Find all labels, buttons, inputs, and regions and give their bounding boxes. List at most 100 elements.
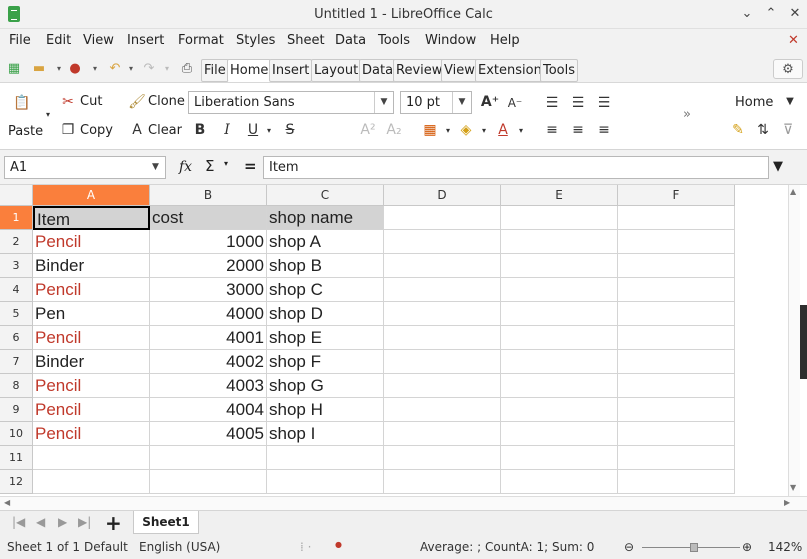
- add-sheet-button[interactable]: +: [105, 511, 122, 535]
- align-right-icon[interactable]: ≡: [594, 120, 614, 140]
- last-sheet-icon[interactable]: ▶|: [78, 515, 91, 529]
- zoom-in-icon[interactable]: ⊕: [742, 540, 752, 554]
- cell-a6[interactable]: Pencil: [33, 326, 150, 350]
- cell-f8[interactable]: [618, 374, 735, 398]
- cell-d3[interactable]: [384, 254, 501, 278]
- name-box[interactable]: A1 ▼: [4, 156, 166, 179]
- cell-f2[interactable]: [618, 230, 735, 254]
- strikethrough-icon[interactable]: S: [280, 120, 300, 140]
- close-window-button[interactable]: ✕: [786, 5, 804, 23]
- cell-d5[interactable]: [384, 302, 501, 326]
- italic-icon[interactable]: I: [217, 120, 237, 140]
- maximize-button[interactable]: ⌃: [762, 5, 780, 23]
- cell-d1[interactable]: [384, 206, 501, 230]
- cell-b2[interactable]: 1000: [150, 230, 267, 254]
- cell-b1[interactable]: cost: [150, 206, 267, 230]
- menu-view[interactable]: View: [83, 33, 114, 48]
- cell-f3[interactable]: [618, 254, 735, 278]
- cell-b8[interactable]: 4003: [150, 374, 267, 398]
- column-header-a[interactable]: A: [33, 185, 150, 206]
- cell-e9[interactable]: [501, 398, 618, 422]
- cell-f7[interactable]: [618, 350, 735, 374]
- clone-formatting-button[interactable]: Clone: [148, 94, 185, 109]
- cell-e2[interactable]: [501, 230, 618, 254]
- fill-dropdown-icon[interactable]: ▾: [474, 121, 494, 141]
- language[interactable]: English (USA): [139, 540, 220, 554]
- bold-icon[interactable]: B: [190, 120, 210, 140]
- cell-a3[interactable]: Binder: [33, 254, 150, 278]
- cell-e1[interactable]: [501, 206, 618, 230]
- cell-d8[interactable]: [384, 374, 501, 398]
- cell-e6[interactable]: [501, 326, 618, 350]
- tab-file[interactable]: File: [201, 59, 229, 82]
- formula-equals-icon[interactable]: =: [244, 157, 257, 175]
- cell-c9[interactable]: shop H: [267, 398, 384, 422]
- row-header-4[interactable]: 4: [0, 278, 33, 302]
- column-header-c[interactable]: C: [267, 185, 384, 206]
- cell-f1[interactable]: [618, 206, 735, 230]
- horizontal-scrollbar[interactable]: ◀ ▶: [0, 496, 807, 510]
- cell-d10[interactable]: [384, 422, 501, 446]
- sheet-tab-sheet1[interactable]: Sheet1: [133, 511, 199, 534]
- page-style[interactable]: Default: [84, 540, 128, 554]
- cell-b4[interactable]: 3000: [150, 278, 267, 302]
- cell-a9[interactable]: Pencil: [33, 398, 150, 422]
- print-icon[interactable]: ⎙: [176, 59, 198, 79]
- sum-sigma-icon[interactable]: Σ: [205, 157, 214, 175]
- cell-a10[interactable]: Pencil: [33, 422, 150, 446]
- cell-a7[interactable]: Binder: [33, 350, 150, 374]
- context-dropdown-icon[interactable]: ▼: [780, 92, 800, 112]
- cell-d9[interactable]: [384, 398, 501, 422]
- tab-extension[interactable]: Extension: [475, 59, 545, 82]
- row-header-9[interactable]: 9: [0, 398, 33, 422]
- menu-tools[interactable]: Tools: [378, 33, 410, 48]
- cell-e4[interactable]: [501, 278, 618, 302]
- align-center-icon[interactable]: ≡: [568, 120, 588, 140]
- cell-b5[interactable]: 4000: [150, 302, 267, 326]
- row-header-3[interactable]: 3: [0, 254, 33, 278]
- tab-data[interactable]: Data: [359, 59, 397, 82]
- column-header-b[interactable]: B: [150, 185, 267, 206]
- menu-format[interactable]: Format: [178, 33, 224, 48]
- format-cells-icon[interactable]: ✎: [728, 120, 748, 140]
- menu-help[interactable]: Help: [490, 33, 520, 48]
- cell-d12[interactable]: [384, 470, 501, 494]
- zoom-slider-thumb[interactable]: [690, 543, 698, 552]
- align-bottom-icon[interactable]: ☰: [594, 93, 614, 113]
- cell-e10[interactable]: [501, 422, 618, 446]
- align-top-icon[interactable]: ☰: [542, 93, 562, 113]
- column-header-d[interactable]: D: [384, 185, 501, 206]
- row-header-7[interactable]: 7: [0, 350, 33, 374]
- font-name-field[interactable]: Liberation Sans ▼: [188, 91, 394, 114]
- cut-scissors-icon[interactable]: ✂: [58, 92, 78, 112]
- cell-b12[interactable]: [150, 470, 267, 494]
- cut-button[interactable]: Cut: [80, 94, 102, 109]
- font-color-dropdown-icon[interactable]: ▾: [511, 121, 531, 141]
- tab-insert[interactable]: Insert: [269, 59, 313, 82]
- font-size-field[interactable]: 10 pt ▼: [400, 91, 472, 114]
- cell-f4[interactable]: [618, 278, 735, 302]
- cell-c7[interactable]: shop F: [267, 350, 384, 374]
- copy-icon[interactable]: ❐: [58, 120, 78, 140]
- borders-icon[interactable]: ▦: [420, 120, 440, 140]
- row-header-1[interactable]: 1: [0, 206, 33, 230]
- cell-b10[interactable]: 4005: [150, 422, 267, 446]
- cell-a12[interactable]: [33, 470, 150, 494]
- sort-icon[interactable]: ⇅: [753, 120, 773, 140]
- formula-input[interactable]: Item: [263, 156, 769, 179]
- context-selector[interactable]: Home: [735, 95, 773, 110]
- prev-sheet-icon[interactable]: ◀: [36, 515, 45, 529]
- settings-gear-icon[interactable]: ⚙: [773, 59, 803, 79]
- first-sheet-icon[interactable]: |◀: [12, 515, 25, 529]
- grow-font-icon[interactable]: A⁺: [480, 92, 500, 112]
- cell-a4[interactable]: Pencil: [33, 278, 150, 302]
- cell-d11[interactable]: [384, 446, 501, 470]
- cell-f6[interactable]: [618, 326, 735, 350]
- cell-c11[interactable]: [267, 446, 384, 470]
- cell-c2[interactable]: shop A: [267, 230, 384, 254]
- zoom-level[interactable]: 142%: [768, 540, 802, 554]
- zoom-out-icon[interactable]: ⊖: [624, 540, 634, 554]
- autofilter-icon[interactable]: ⊽: [778, 120, 798, 140]
- scroll-down-icon[interactable]: ▼: [790, 483, 796, 492]
- underline-dropdown-icon[interactable]: ▾: [259, 121, 279, 141]
